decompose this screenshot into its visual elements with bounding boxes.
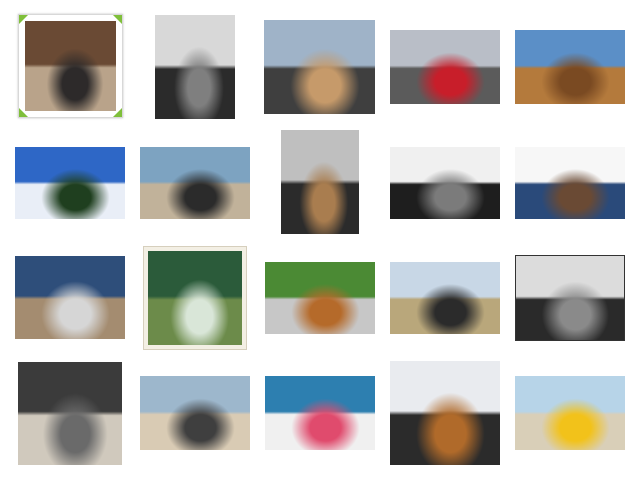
thumbnail-image [390, 361, 500, 465]
thumbnail[interactable] [18, 362, 122, 465]
thumbnail[interactable] [15, 256, 125, 339]
thumbnail-image [148, 251, 242, 345]
image-grid [0, 0, 640, 480]
thumbnail-image [390, 262, 500, 334]
thumbnail-image [140, 376, 250, 450]
thumbnail-image [140, 147, 250, 219]
thumbnail[interactable] [143, 246, 247, 350]
thumbnail-image [515, 30, 625, 104]
thumbnail-image [516, 256, 624, 340]
thumbnail-image [264, 20, 375, 114]
thumbnail-image [155, 15, 235, 119]
thumbnail-image [390, 30, 500, 104]
thumbnail[interactable] [15, 147, 125, 219]
thumbnail-image [265, 262, 375, 334]
selection-corner-icon [19, 15, 28, 24]
thumbnail[interactable] [264, 20, 375, 114]
selection-corner-icon [19, 108, 28, 117]
thumbnail-image [515, 376, 625, 450]
thumbnail[interactable] [140, 376, 250, 450]
selection-corner-icon [113, 108, 122, 117]
thumbnail[interactable] [390, 262, 500, 334]
thumbnail-image [281, 130, 359, 234]
thumbnail[interactable] [265, 262, 375, 334]
thumbnail-image [15, 147, 125, 219]
thumbnail-image [515, 147, 625, 219]
thumbnail-image [390, 147, 500, 219]
thumbnail[interactable] [390, 361, 500, 465]
thumbnail[interactable] [515, 376, 625, 450]
thumbnail[interactable] [515, 30, 625, 104]
thumbnail[interactable] [140, 147, 250, 219]
thumbnail[interactable] [281, 130, 359, 234]
thumbnail-image [265, 376, 375, 450]
thumbnail[interactable] [155, 15, 235, 119]
thumbnail[interactable] [515, 255, 625, 341]
thumbnail[interactable] [18, 14, 123, 118]
thumbnail[interactable] [265, 376, 375, 450]
thumbnail-image [25, 21, 116, 111]
thumbnail[interactable] [390, 30, 500, 104]
selection-corner-icon [113, 15, 122, 24]
thumbnail-image [15, 256, 125, 339]
thumbnail[interactable] [390, 147, 500, 219]
thumbnail-image [18, 362, 122, 465]
thumbnail[interactable] [515, 147, 625, 219]
